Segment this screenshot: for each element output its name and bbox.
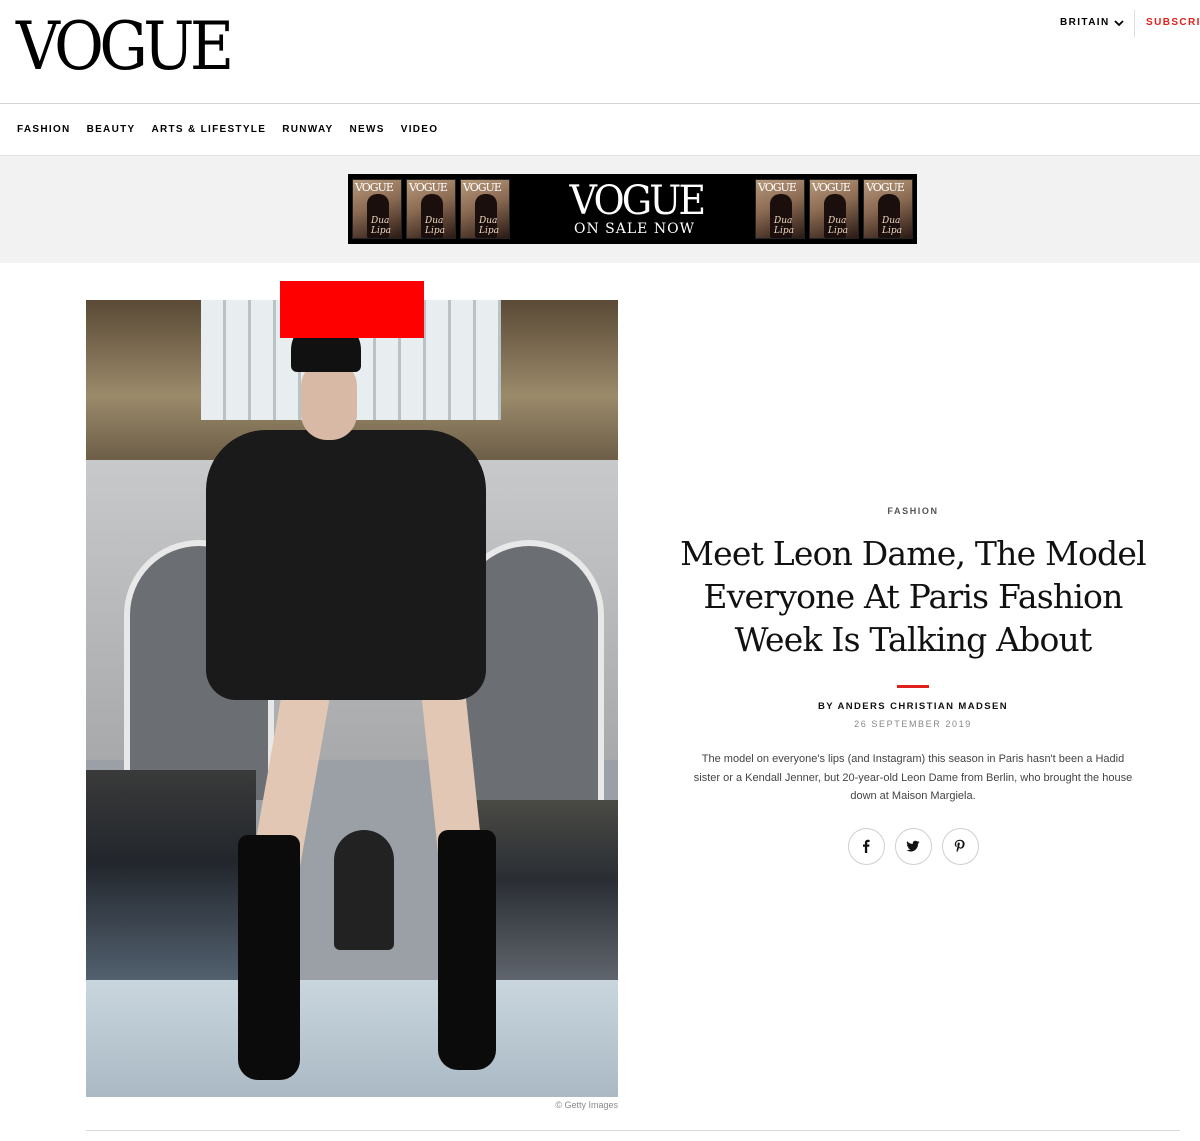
subscribe-link[interactable]: SUBSCRIBE (1146, 17, 1200, 28)
article-header: FASHION Meet Leon Dame, The Model Everyo… (676, 506, 1150, 865)
magazine-cover-image: VOGUE Dua Lipa (406, 179, 456, 239)
pinterest-icon (954, 839, 965, 853)
article-category[interactable]: FASHION (676, 506, 1150, 516)
article-headline: Meet Leon Dame, The Model Everyone At Pa… (680, 534, 1147, 659)
share-facebook-button[interactable] (847, 827, 885, 865)
magazine-cover-image: VOGUE Dua Lipa (460, 179, 510, 239)
nav-item-news[interactable]: NEWS (350, 124, 385, 135)
image-credit: © Getty Images (555, 1100, 618, 1110)
article-byline[interactable]: BY ANDERS CHRISTIAN MADSEN (676, 701, 1150, 712)
facebook-icon (863, 839, 870, 853)
hero-runway-image (86, 300, 618, 1097)
share-buttons (676, 827, 1150, 865)
magazine-cover-image: VOGUE Dua Lipa (809, 179, 859, 239)
twitter-icon (906, 840, 920, 852)
magazine-cover-image: VOGUE Dua Lipa (863, 179, 913, 239)
share-twitter-button[interactable] (894, 827, 932, 865)
nav-item-arts-lifestyle[interactable]: ARTS & LIFESTYLE (151, 124, 266, 135)
vogue-logo[interactable]: VOGUE (16, 14, 234, 80)
magazine-ad-banner[interactable]: VOGUE Dua Lipa VOGUE Dua Lipa VOGUE Dua Lip… (348, 174, 917, 244)
nav-item-video[interactable]: VIDEO (401, 124, 439, 135)
nav-item-runway[interactable]: RUNWAY (282, 124, 333, 135)
magazine-cover-image: VOGUE Dua Lipa (352, 179, 402, 239)
article-dek: The model on everyone's lips (and Instag… (693, 753, 1133, 802)
ad-band: VOGUE Dua Lipa VOGUE Dua Lipa VOGUE Dua Lip… (0, 156, 1200, 263)
share-pinterest-button[interactable] (941, 827, 979, 865)
chevron-down-icon (1113, 19, 1124, 26)
red-divider (897, 685, 929, 688)
nav-item-beauty[interactable]: BEAUTY (87, 124, 136, 135)
site-header: VOGUE BRITAIN SUBSCRIBE (0, 0, 1200, 104)
section-divider (86, 1130, 1180, 1131)
main-nav: FASHION BEAUTY ARTS & LIFESTYLE RUNWAY N… (0, 104, 1200, 156)
redaction-box (280, 281, 424, 338)
article-date: 26 SEPTEMBER 2019 (854, 719, 972, 729)
ad-vogue-logo: VOGUE (569, 178, 707, 224)
magazine-cover-image: VOGUE Dua Lipa (755, 179, 805, 239)
ad-tagline: ON SALE NOW (574, 221, 695, 237)
nav-item-fashion[interactable]: FASHION (17, 124, 71, 135)
edition-label: BRITAIN (1060, 17, 1110, 28)
edition-selector[interactable]: BRITAIN (1060, 17, 1124, 28)
header-divider (1134, 10, 1135, 37)
